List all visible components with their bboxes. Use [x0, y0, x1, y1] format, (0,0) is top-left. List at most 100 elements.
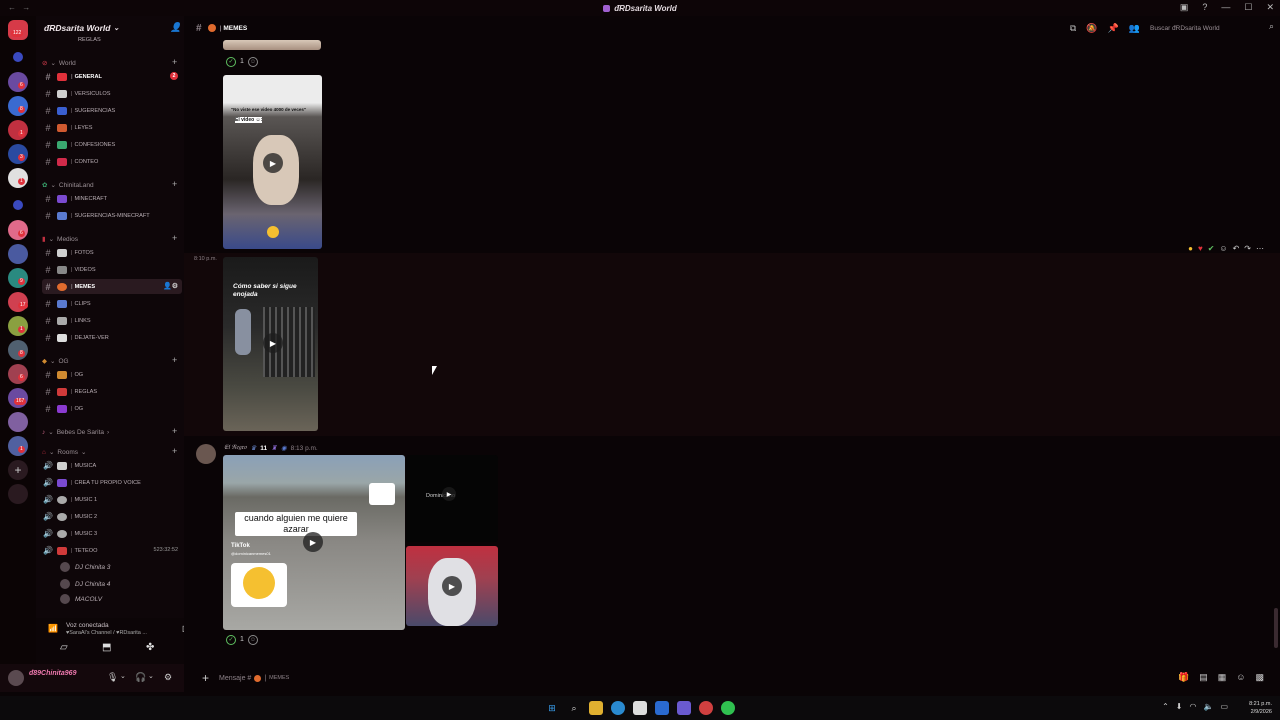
server-icon[interactable]: [8, 144, 28, 164]
chat-scrollbar[interactable]: [1274, 608, 1278, 648]
category-rooms[interactable]: ⌂ ⌄ Rooms ⌄ +: [42, 446, 177, 456]
add-channel-icon[interactable]: +: [172, 233, 177, 243]
add-channel-icon[interactable]: +: [172, 446, 177, 456]
server-icon[interactable]: [8, 244, 28, 264]
sticker-icon[interactable]: ▦: [1218, 672, 1227, 683]
check-reaction[interactable]: ✓: [226, 634, 236, 645]
play-icon[interactable]: ▶: [263, 333, 283, 353]
clock[interactable]: 8:21 p.m. 2/9/2026: [1249, 700, 1272, 716]
inbox-icon[interactable]: ▣: [1180, 2, 1189, 13]
channel-conteo[interactable]: # | CONTEO: [42, 154, 182, 169]
voice-channel-musica[interactable]: 🔊 | MUSICA: [42, 458, 182, 473]
download-icon[interactable]: ⬇: [1176, 702, 1183, 711]
server-icon[interactable]: [13, 52, 23, 62]
channel-reglas-partial[interactable]: REGLAS: [42, 36, 182, 44]
member-list-icon[interactable]: 👥: [1129, 23, 1140, 34]
category-bebes-de-sarita[interactable]: ♪ ⌄ Bebes De Sarita › +: [42, 426, 177, 436]
play-icon[interactable]: ▶: [442, 576, 462, 596]
video-thumbnail[interactable]: Dominicano ▶: [406, 455, 498, 542]
video-thumbnail[interactable]: Cómo saber si sigue enojada ▶: [223, 257, 318, 431]
settings-gear-icon[interactable]: ⚙: [164, 672, 172, 683]
check-reaction[interactable]: ✓: [226, 56, 236, 67]
server-icon[interactable]: [13, 200, 23, 210]
maximize-button[interactable]: ☐: [1244, 2, 1252, 13]
settings-gear-icon[interactable]: 👤⚙: [163, 282, 178, 290]
add-attachment-icon[interactable]: +: [202, 671, 209, 685]
wifi-icon[interactable]: ◠: [1189, 702, 1196, 711]
add-channel-icon[interactable]: +: [172, 355, 177, 365]
chevron-up-icon[interactable]: ⌃: [1162, 702, 1169, 711]
server-icon[interactable]: [8, 412, 28, 432]
reply-icon[interactable]: ↶: [1233, 244, 1240, 253]
play-icon[interactable]: ▶: [303, 532, 323, 552]
username[interactable]: ᵭ89Chinita969: [29, 670, 76, 677]
windows-start-icon[interactable]: ⊞: [545, 701, 559, 715]
add-reaction-icon[interactable]: ☺: [1219, 244, 1227, 253]
author-name[interactable]: 𝔈𝔩 𝔑𝔢𝔤𝔯𝔬: [224, 444, 246, 452]
battery-icon[interactable]: ▭: [1220, 702, 1228, 711]
activities-icon[interactable]: ✤: [146, 642, 154, 653]
voice-user[interactable]: MACOLV: [60, 594, 102, 604]
server-icon[interactable]: [8, 316, 28, 336]
channel-memes[interactable]: # | MEMES 👤⚙: [42, 279, 182, 294]
headphones-icon[interactable]: 🎧: [135, 672, 146, 683]
category-world[interactable]: ⊘ ⌄ World +: [42, 57, 177, 67]
channel-general[interactable]: # | GENERAL 2: [42, 69, 182, 84]
channel-fotos[interactable]: # | FOTOS: [42, 245, 182, 260]
add-server-button[interactable]: +: [8, 460, 28, 480]
voice-user[interactable]: DJ Chinita 3: [60, 562, 110, 572]
channel-confesiones[interactable]: # | CONFESIONES: [42, 137, 182, 152]
server-icon[interactable]: [8, 96, 28, 116]
message-composer[interactable]: + Mensaje # | MEMES 🎁 ▤ ▦ ☺ ▩: [188, 668, 1274, 688]
threads-icon[interactable]: ⧉: [1070, 23, 1076, 34]
user-avatar[interactable]: [196, 444, 216, 464]
apps-icon[interactable]: ▩: [1255, 672, 1264, 683]
server-icon[interactable]: [8, 120, 28, 140]
category-chinitaland[interactable]: ✿ ⌄ ChinitaLand +: [42, 179, 177, 189]
server-icon[interactable]: [8, 268, 28, 288]
channel-dejate-ver[interactable]: # | DEJATE-VER: [42, 330, 182, 345]
volume-icon[interactable]: 🔈: [1203, 702, 1213, 711]
channel-sugerencias[interactable]: # | SUGERENCIAS: [42, 103, 182, 118]
server-icon[interactable]: [8, 364, 28, 384]
add-reaction-icon[interactable]: ☺: [247, 634, 258, 645]
emoji-icon[interactable]: ☺: [1236, 672, 1245, 683]
screen-share-icon[interactable]: ⬒: [102, 642, 111, 653]
voice-channel-music-1[interactable]: 🔊 | MUSIC 1: [42, 492, 182, 507]
gif-icon[interactable]: ▤: [1199, 672, 1208, 683]
spotify-icon[interactable]: [721, 701, 735, 715]
search-icon[interactable]: ⌕: [567, 701, 581, 715]
minimize-button[interactable]: —: [1221, 2, 1230, 13]
mic-icon[interactable]: 🎙: [107, 672, 118, 683]
voice-channel-teteoo[interactable]: 🔊 | TETEOO 523:32:52: [42, 543, 182, 558]
voice-user[interactable]: DJ Chinita 4: [60, 579, 110, 589]
channel-og[interactable]: # | OG: [42, 367, 182, 382]
voice-channel-crea-tu-propio-voice[interactable]: 🔊 | CREA TU PROPIO VOICE: [42, 475, 182, 490]
more-icon[interactable]: ⋯: [1256, 244, 1264, 253]
edge-icon[interactable]: [611, 701, 625, 715]
channel-versiculos[interactable]: # | VERSICULOS: [42, 86, 182, 101]
channel-videos[interactable]: # | VIDEOS: [42, 262, 182, 277]
notification-bell-icon[interactable]: 🔕: [1086, 23, 1097, 34]
channel-sugerencias-minecraft[interactable]: # | SUGERENCIAS-MINECRAFT: [42, 208, 182, 223]
forward-icon[interactable]: ↷: [1244, 244, 1251, 253]
add-reaction-icon[interactable]: ☺: [247, 56, 258, 67]
video-thumbnail[interactable]: cuando alguien me quiere azarar TikTok @…: [223, 455, 405, 630]
server-icon[interactable]: [8, 168, 28, 188]
pin-icon[interactable]: 📌: [1108, 23, 1119, 34]
channel-og-2[interactable]: # | OG: [42, 401, 182, 416]
file-explorer-icon[interactable]: [589, 701, 603, 715]
chevron-down-icon[interactable]: ⌄: [120, 672, 126, 680]
store-icon[interactable]: [633, 701, 647, 715]
nav-arrows[interactable]: ← →: [8, 3, 32, 12]
video-thumbnail[interactable]: "No viste ese video 4000 de veces" El vi…: [223, 75, 322, 249]
search-input[interactable]: Buscar ᵭRDsarita World ⌕: [1150, 21, 1274, 35]
heart-reaction-icon[interactable]: ♥: [1198, 244, 1203, 253]
mail-icon[interactable]: [655, 701, 669, 715]
check-reaction-icon[interactable]: ✔: [1208, 244, 1215, 253]
server-icon[interactable]: [8, 436, 28, 456]
voice-channel-label[interactable]: ♥SaraAl's Channel / ♥RDsarita ...: [66, 630, 147, 636]
voice-channel-music-2[interactable]: 🔊 | MUSIC 2: [42, 509, 182, 524]
add-channel-icon[interactable]: +: [172, 57, 177, 67]
explore-button[interactable]: [8, 484, 28, 504]
